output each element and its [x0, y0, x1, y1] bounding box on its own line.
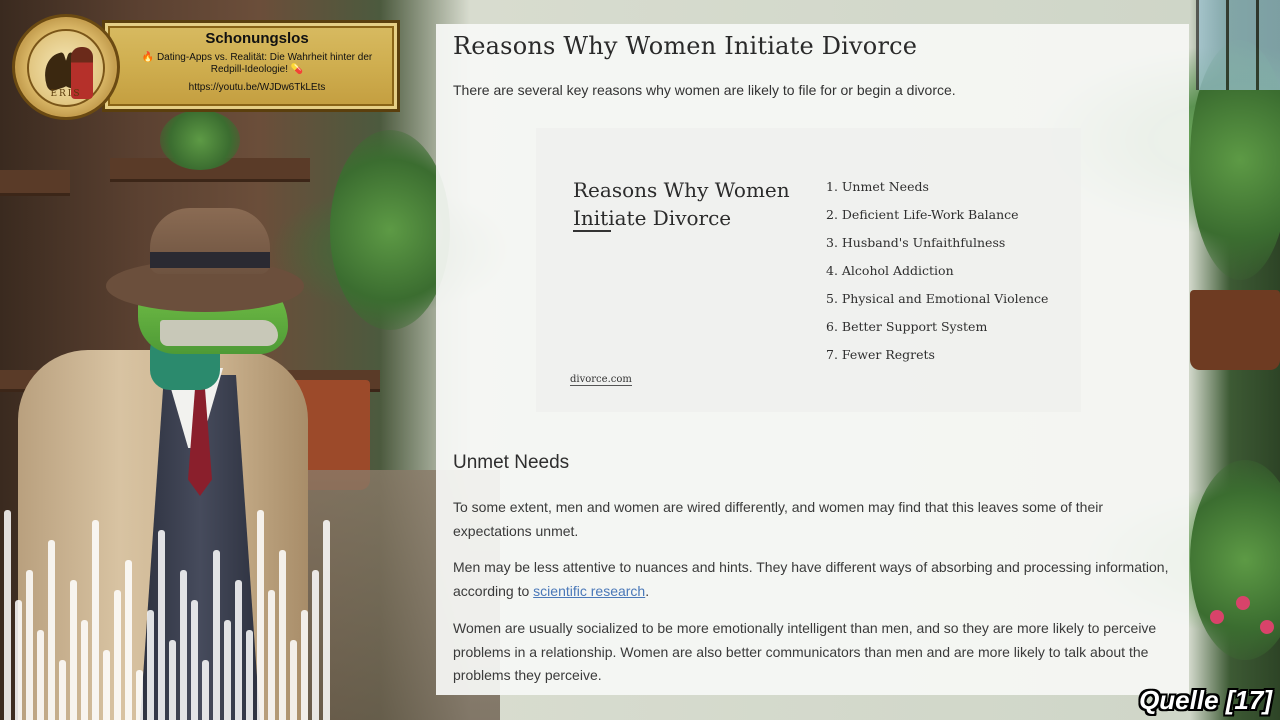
visualizer-bar — [70, 580, 77, 720]
video-title: 🔥 Dating-Apps vs. Realität: Die Wahrheit… — [141, 52, 373, 75]
visualizer-bar — [169, 640, 176, 720]
infographic-source-link[interactable]: divorce.com — [570, 374, 632, 386]
article-panel: Reasons Why Women Initiate Divorce There… — [436, 24, 1189, 695]
visualizer-bar — [257, 510, 264, 720]
visualizer-bar — [246, 630, 253, 720]
visualizer-bar — [4, 510, 11, 720]
paragraph: To some extent, men and women are wired … — [453, 499, 1104, 539]
visualizer-bar — [48, 540, 55, 720]
infographic: Reasons Why Women Initiate Divorce 1. Un… — [536, 128, 1081, 412]
visualizer-bar — [301, 610, 308, 720]
audio-visualizer — [0, 500, 340, 720]
video-link[interactable]: https://youtu.be/WJDw6TkLEts — [117, 82, 397, 93]
plant — [160, 110, 240, 170]
visualizer-bar — [279, 550, 286, 720]
paragraph: Men may be less attentive to nuances and… — [453, 556, 1173, 603]
channel-logo: ERIS — [12, 14, 120, 120]
flower — [1236, 596, 1250, 610]
visualizer-bar — [81, 620, 88, 720]
visualizer-bar — [213, 550, 220, 720]
list-item: 6. Better Support System — [826, 319, 988, 334]
visualizer-bar — [147, 610, 154, 720]
visualizer-bar — [158, 530, 165, 720]
visualizer-bar — [290, 640, 297, 720]
flower — [1210, 610, 1224, 624]
intro-text: There are several key reasons why women … — [453, 82, 956, 98]
greenhouse-window — [1196, 0, 1280, 90]
logo-seal-text: ERIS — [50, 89, 82, 99]
visualizer-bar — [125, 560, 132, 720]
list-item: 5. Physical and Emotional Violence — [826, 291, 1049, 306]
visualizer-bar — [92, 520, 99, 720]
paragraph: Women are usually socialized to be more … — [453, 620, 1157, 683]
plant — [330, 130, 450, 330]
visualizer-bar — [114, 590, 121, 720]
visualizer-bar — [180, 570, 187, 720]
visualizer-bar — [59, 660, 66, 720]
page-title: Reasons Why Women Initiate Divorce — [453, 32, 918, 60]
list-item: 7. Fewer Regrets — [826, 347, 935, 362]
visualizer-bar — [191, 600, 198, 720]
lizard-snout — [160, 320, 278, 346]
paragraph-text: . — [645, 582, 650, 599]
shelf — [0, 170, 70, 196]
visualizer-bar — [103, 650, 110, 720]
visualizer-bar — [224, 620, 231, 720]
banner-plate: Schonungslos 🔥 Dating-Apps vs. Realität:… — [102, 20, 400, 112]
visualizer-bar — [312, 570, 319, 720]
infographic-underline — [573, 230, 611, 232]
visualizer-bar — [26, 570, 33, 720]
channel-banner: Schonungslos 🔥 Dating-Apps vs. Realität:… — [12, 14, 400, 120]
section-heading: Unmet Needs — [453, 452, 570, 473]
channel-name: Schonungslos — [205, 30, 309, 47]
flower-pot — [1190, 290, 1280, 370]
visualizer-bar — [15, 600, 22, 720]
scientific-research-link[interactable]: scientific research — [533, 583, 645, 599]
hat-band — [150, 252, 270, 268]
list-item: 2. Deficient Life-Work Balance — [826, 207, 1019, 222]
visualizer-bar — [235, 580, 242, 720]
list-item: 4. Alcohol Addiction — [826, 263, 954, 278]
list-item: 3. Husband's Unfaithfulness — [826, 235, 1006, 250]
flower — [1260, 620, 1274, 634]
source-label: Quelle [17] — [1139, 685, 1272, 715]
visualizer-bar — [136, 670, 143, 720]
list-item: 1. Unmet Needs — [826, 179, 929, 194]
infographic-list: 1. Unmet Needs 2. Deficient Life-Work Ba… — [826, 178, 1048, 374]
infographic-title: Reasons Why Women Initiate Divorce — [573, 178, 790, 230]
visualizer-bar — [323, 520, 330, 720]
visualizer-bar — [37, 630, 44, 720]
visualizer-bar — [268, 590, 275, 720]
visualizer-bar — [202, 660, 209, 720]
